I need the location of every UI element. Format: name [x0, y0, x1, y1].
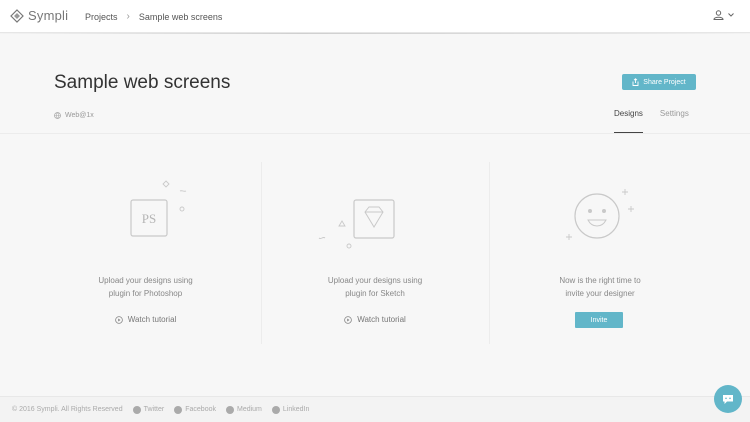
medium-icon [225, 405, 234, 414]
play-icon [344, 315, 352, 324]
footer-link-label: LinkedIn [282, 406, 310, 413]
tabs: Designs Settings [614, 109, 689, 133]
footer-link-label: Medium [236, 406, 262, 413]
footer-link-linkedin[interactable]: LinkedIn [271, 405, 310, 414]
photoshop-watch-tutorial-label: Watch tutorial [127, 315, 177, 324]
globe-icon [54, 112, 61, 119]
footer-link-medium[interactable]: Medium [225, 405, 262, 414]
loading-strip [0, 33, 750, 34]
photoshop-watch-tutorial-link[interactable]: Watch tutorial [30, 315, 261, 324]
sketch-watch-tutorial-label: Watch tutorial [357, 315, 406, 324]
footer-link-twitter[interactable]: Twitter [132, 405, 165, 414]
footer-link-label: Twitter [143, 406, 165, 413]
invite-caption-line2: invite your designer [565, 289, 635, 298]
sympli-logo-icon [10, 8, 24, 23]
breadcrumb-projects[interactable]: Projects [85, 12, 118, 22]
tab-designs[interactable]: Designs [614, 109, 643, 133]
play-icon [114, 315, 123, 324]
sketch-illustration-icon [318, 199, 395, 249]
chat-support-button[interactable] [714, 385, 742, 413]
photoshop-caption-line1: Upload your designs using [98, 276, 193, 285]
chevron-down-icon [728, 13, 734, 17]
twitter-icon [132, 405, 141, 414]
footer-link-facebook[interactable]: Facebook [174, 405, 216, 414]
platform-label: Web@1x [65, 112, 94, 119]
top-bar: Sympli Projects › Sample web screens [0, 0, 750, 33]
photoshop-caption-line2: plugin for Photoshop [108, 289, 183, 298]
breadcrumb: Projects › Sample web screens [85, 11, 222, 22]
chevron-right-icon: › [126, 11, 130, 22]
tab-settings[interactable]: Settings [660, 109, 689, 133]
copyright-text: © 2016 Sympli. All Rights Reserved [12, 406, 123, 413]
platform-info: Web@1x [54, 112, 94, 119]
page-title: Sample web screens [54, 72, 231, 93]
breadcrumb-current: Sample web screens [138, 11, 223, 22]
linkedin-icon [271, 405, 280, 414]
invite-caption-line1: Now is the right time to [559, 276, 641, 285]
chat-icon [723, 394, 733, 404]
photoshop-caption: Upload your designs using plugin for Pho… [30, 274, 261, 300]
footer: © 2016 Sympli. All Rights Reserved Twitt… [0, 396, 750, 422]
user-icon [713, 10, 724, 20]
share-icon [632, 78, 639, 86]
photoshop-illustration-icon: PS [130, 180, 187, 237]
svg-text:PS: PS [142, 211, 156, 226]
brand-name: Sympli [28, 8, 69, 23]
footer-link-label: Facebook [185, 406, 216, 413]
facebook-icon [174, 405, 183, 414]
smiley-illustration-icon [566, 189, 634, 240]
invite-designer-panel: Now is the right time to invite your des… [489, 162, 711, 344]
sketch-upload-panel: Upload your designs using plugin for Ske… [261, 162, 489, 344]
sketch-caption: Upload your designs using plugin for Ske… [261, 274, 489, 300]
sketch-watch-tutorial-link[interactable]: Watch tutorial [261, 315, 489, 324]
photoshop-upload-panel: PS Upload your designs using plugin for … [30, 162, 261, 344]
share-project-button[interactable]: Share Project [622, 74, 696, 90]
sketch-caption-line2: plugin for Sketch [345, 289, 405, 298]
invite-caption: Now is the right time to invite your des… [489, 274, 711, 300]
share-project-label: Share Project [643, 78, 686, 86]
invite-button[interactable]: Invite [575, 312, 623, 328]
header-divider [0, 133, 750, 134]
sketch-caption-line1: Upload your designs using [327, 276, 423, 285]
user-menu[interactable] [713, 10, 734, 20]
brand[interactable]: Sympli [10, 8, 68, 23]
